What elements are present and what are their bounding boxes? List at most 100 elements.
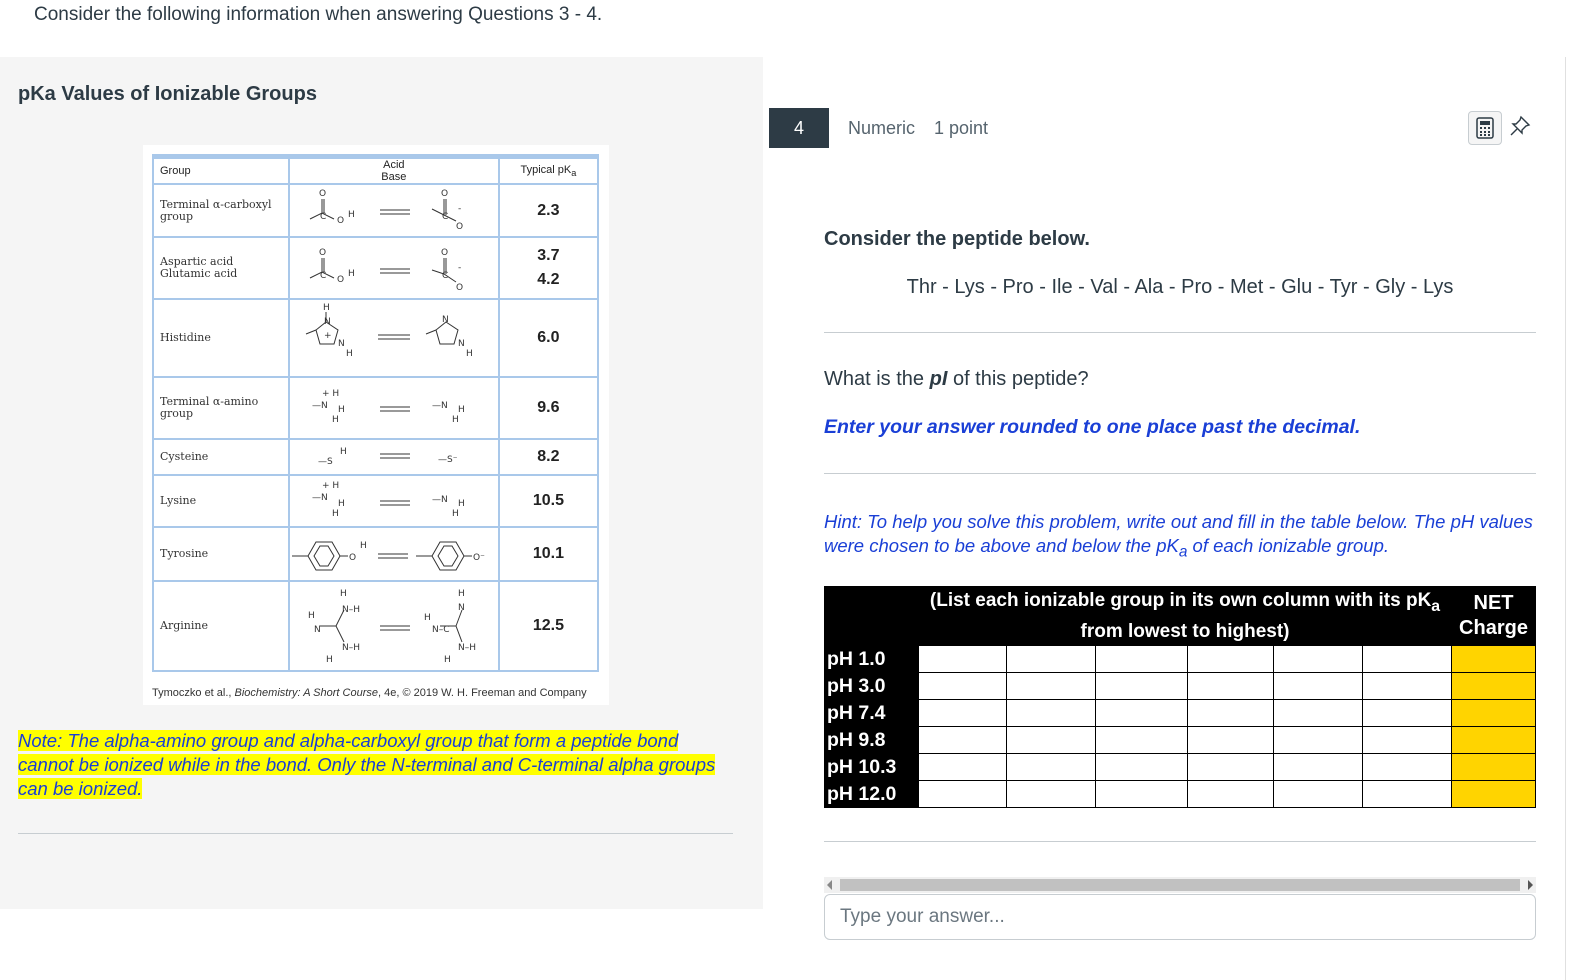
row-pka: 12.5 <box>497 580 600 672</box>
peptide-sequence: Thr - Lys - Pro - Ile - Val - Ala - Pro … <box>906 276 1454 298</box>
svg-text:C: C <box>442 271 448 281</box>
row-group: Terminal α-carboxyl group <box>152 183 290 238</box>
svg-text:-: - <box>458 263 461 273</box>
table-cell <box>1006 752 1096 781</box>
svg-text:N: N <box>458 603 465 613</box>
svg-text:C: C <box>442 212 448 222</box>
svg-text:O: O <box>337 216 344 226</box>
svg-text:N–C: N–C <box>432 625 450 635</box>
peptide-bond-note: Note: The alpha-amino group and alpha-ca… <box>18 730 716 799</box>
row-pka: 3.7 4.2 <box>497 236 600 300</box>
scrollbar-thumb[interactable] <box>840 879 1520 891</box>
table-cell <box>1095 725 1188 754</box>
svg-text:+ H: + H <box>322 389 339 399</box>
pka-row: Tyrosine O H O⁻ 10.1 <box>152 526 600 582</box>
figure-credit: Tymoczko et al., Biochemistry: A Short C… <box>152 687 587 699</box>
divider <box>824 332 1536 333</box>
calculator-icon <box>1476 117 1494 139</box>
structure-carboxyl: OCOH OCO- <box>287 183 500 238</box>
net-charge-cell <box>1451 725 1536 754</box>
svg-text:H: H <box>338 499 345 509</box>
pka-row: Histidine H N + N H NNH 6.0 <box>152 298 600 378</box>
calculator-button[interactable] <box>1468 111 1502 145</box>
svg-text:O: O <box>319 248 326 258</box>
carboxyl-structure-icon: OC OH OCO- <box>309 189 463 232</box>
header-group: Group <box>152 154 290 185</box>
svg-text:N–H: N–H <box>458 643 476 653</box>
amino-structure-icon: + H—N HH —N HH <box>312 389 465 425</box>
table-cell <box>918 779 1007 808</box>
table-cell <box>1273 725 1363 754</box>
pka-row: Arginine HN–HHN N–HH HNHN–C N–HH <box>152 580 600 672</box>
thiol-structure-icon: —S H —S⁻ <box>318 447 458 467</box>
table-cell <box>1006 644 1096 673</box>
table-cell <box>1187 752 1274 781</box>
table-cell <box>1006 671 1096 700</box>
table-cell <box>1006 725 1096 754</box>
table-cell <box>1362 698 1452 727</box>
row-group: Tyrosine <box>152 526 290 582</box>
row-group: Terminal α-amino group <box>152 376 290 440</box>
svg-text:O: O <box>441 189 448 199</box>
row-pka: 10.5 <box>497 474 600 528</box>
ph-label: pH 9.8 <box>824 725 919 754</box>
net-charge-cell <box>1451 671 1536 700</box>
svg-text:H: H <box>332 509 339 519</box>
svg-text:—S⁻: —S⁻ <box>438 455 458 465</box>
ph-label: pH 1.0 <box>824 644 919 673</box>
pka-table-figure: Group AcidBase Typical pKa Terminal α-ca… <box>143 145 609 705</box>
reference-panel: pKa Values of Ionizable Groups Group Aci… <box>0 57 763 909</box>
svg-text:—N: —N <box>432 495 448 505</box>
pka-row: Aspartic acid Glutamic acid OCOH OCO- 3.… <box>152 236 600 300</box>
table-cell <box>1362 644 1452 673</box>
structure-side-carboxyl: OCOH OCO- <box>287 236 500 300</box>
svg-text:+ H: + H <box>322 481 339 491</box>
svg-text:H: H <box>444 655 451 665</box>
row-group: Lysine <box>152 474 290 528</box>
row-pka: 10.1 <box>497 526 600 582</box>
svg-text:O: O <box>349 553 356 563</box>
table-cell <box>1187 698 1274 727</box>
svg-text:O: O <box>441 248 448 258</box>
svg-text:—N: —N <box>312 401 328 411</box>
question-intro: Consider the peptide below. <box>824 228 1090 250</box>
svg-text:H: H <box>346 349 353 359</box>
pin-button[interactable] <box>1508 114 1532 138</box>
side-carboxyl-structure-icon: OC OH OCO- <box>309 248 463 293</box>
charge-row: pH 10.3 <box>824 752 1536 781</box>
ph-label: pH 12.0 <box>824 779 919 808</box>
scroll-left-icon[interactable] <box>827 880 832 890</box>
svg-text:H: H <box>308 611 315 621</box>
table-cell <box>1187 779 1274 808</box>
svg-text:H: H <box>348 210 355 220</box>
header-groups: (List each ionizable group in its own co… <box>918 586 1452 646</box>
charge-row: pH 7.4 <box>824 698 1536 727</box>
svg-text:N: N <box>324 317 331 327</box>
svg-text:—S: —S <box>318 457 333 467</box>
svg-text:N: N <box>314 625 321 635</box>
question-type: Numeric <box>848 118 916 138</box>
charge-row: pH 1.0 <box>824 644 1536 673</box>
svg-text:H: H <box>452 415 459 425</box>
svg-text:N: N <box>458 339 465 349</box>
table-cell <box>918 671 1007 700</box>
table-cell <box>1362 725 1452 754</box>
svg-text:H: H <box>348 269 355 279</box>
table-cell <box>1273 671 1363 700</box>
pka-row: Lysine + H —N H H —N H H 10.5 <box>152 474 600 528</box>
reference-heading: pKa Values of Ionizable Groups <box>18 83 317 105</box>
table-cell <box>1273 779 1363 808</box>
horizontal-scrollbar[interactable] <box>824 877 1536 893</box>
lysine-amino-structure-icon: + H—NHH —N HH <box>312 481 465 519</box>
svg-text:C: C <box>320 212 326 222</box>
svg-text:-: - <box>458 204 461 214</box>
net-charge-cell <box>1451 752 1536 781</box>
answer-input[interactable] <box>824 894 1536 940</box>
ph-label: pH 7.4 <box>824 698 919 727</box>
svg-text:N–H: N–H <box>342 605 360 615</box>
svg-text:H: H <box>340 589 347 599</box>
net-charge-cell <box>1451 779 1536 808</box>
table-cell <box>1362 671 1452 700</box>
scroll-right-icon[interactable] <box>1528 880 1533 890</box>
pka-table: Group AcidBase Typical pKa Terminal α-ca… <box>152 154 600 672</box>
